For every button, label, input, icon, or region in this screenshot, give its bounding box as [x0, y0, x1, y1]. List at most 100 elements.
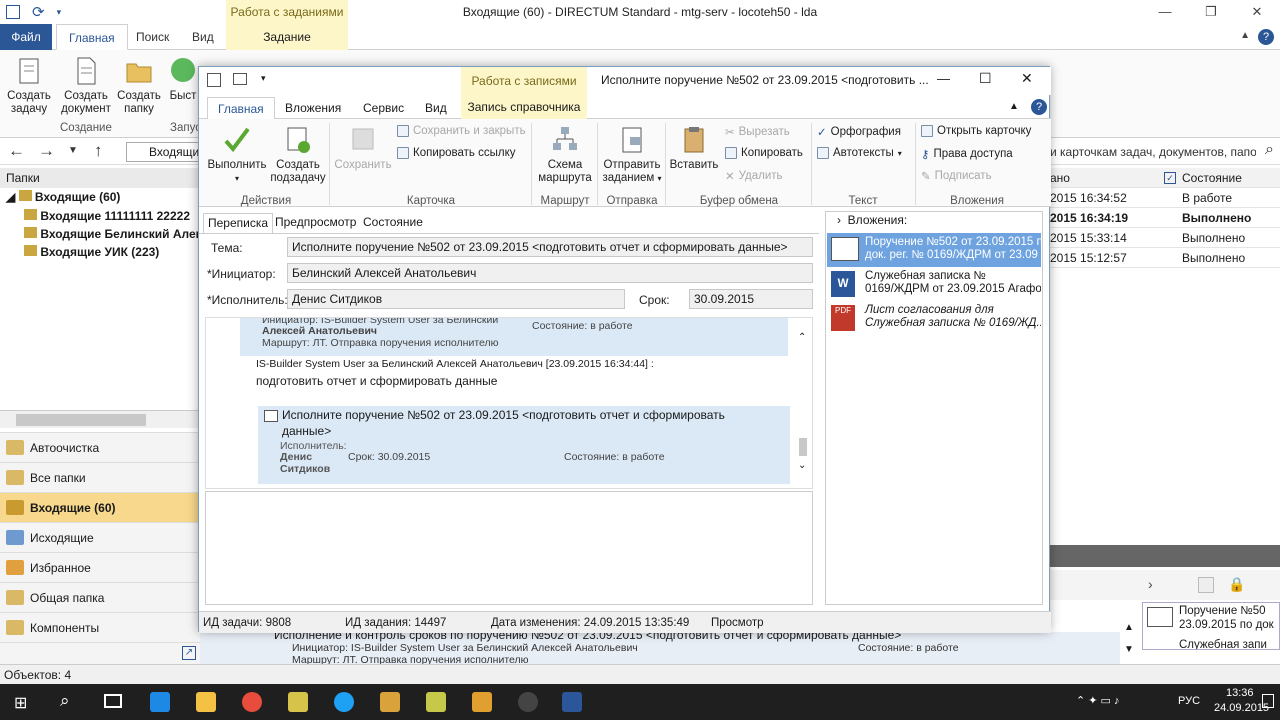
autotexts-button[interactable]: Автотексты ▾ [817, 147, 902, 159]
cut-button[interactable]: ✂ Вырезать [725, 125, 790, 139]
subject-field[interactable]: Исполните поручение №502 от 23.09.2015 <… [287, 237, 813, 257]
history-dropdown-icon[interactable]: ▼ [68, 145, 78, 156]
explorer-icon[interactable] [196, 692, 216, 712]
maximize-icon[interactable]: ☐ [979, 70, 992, 87]
execute-button[interactable]: Выполнить ▾ [205, 125, 269, 185]
save-button[interactable]: Сохранить [333, 125, 393, 172]
sign-button[interactable]: ✎ Подписать [921, 169, 992, 183]
chevron-down-icon[interactable]: ▼ [1124, 644, 1134, 655]
app-icon[interactable] [426, 692, 446, 712]
subtab-preview[interactable]: Предпросмотр [275, 215, 356, 229]
chrome-icon[interactable] [242, 692, 262, 712]
nav-outbox[interactable]: Исходящие [0, 522, 200, 552]
directum-icon[interactable] [472, 692, 492, 712]
tree-item-inbox[interactable]: ◢ Входящие (60) [6, 190, 120, 204]
back-icon[interactable]: ← [8, 141, 25, 161]
expand-icon[interactable]: ↗ [182, 646, 196, 660]
tree-item-inbox-belinsky[interactable]: Входящие Белинский Алек [24, 227, 202, 241]
copy-button[interactable]: Копировать [725, 147, 803, 159]
initiator-field[interactable]: Белинский Алексей Анатольевич [287, 263, 813, 283]
quick-launch-button[interactable]: Быст [168, 56, 198, 103]
tab-search[interactable]: Поиск [124, 24, 181, 50]
start-icon[interactable]: ⊞ [14, 693, 27, 713]
task-view-icon[interactable] [104, 694, 122, 708]
card-icon[interactable] [233, 73, 247, 85]
tree-item-inbox-1[interactable]: Входящие 11111111 22222 [24, 209, 190, 223]
dropdown-icon[interactable]: ▾ [261, 73, 266, 84]
col-date-header[interactable]: ано [1050, 168, 1070, 188]
forward-icon[interactable]: → [38, 141, 55, 161]
notifications-icon[interactable] [1262, 694, 1274, 708]
executor-field[interactable]: Денис Ситдиков [287, 289, 625, 309]
attachments-header[interactable]: › Вложения: [837, 213, 907, 227]
collapse-ribbon-icon[interactable]: ▲ [1009, 101, 1019, 112]
attachment-item[interactable]: W Служебная записка № 0169/ЖДРМ от 23.09… [827, 267, 1041, 301]
tray-icons[interactable]: ⌃ ✦ ▭ ♪ [1076, 694, 1120, 707]
attachment-item[interactable]: Поручение №502 от 23.09.2015 п док. рег.… [827, 233, 1041, 267]
copy-link-button[interactable]: Копировать ссылку [397, 147, 516, 159]
subtab-correspondence[interactable]: Переписка [203, 213, 274, 233]
tab-attachments[interactable]: Вложения [285, 101, 341, 115]
address-bar[interactable]: Входящие (60) [126, 142, 200, 162]
search-icon[interactable]: ⌕ [60, 691, 70, 711]
word-icon[interactable] [562, 692, 582, 712]
chevron-up-icon[interactable]: ⌃ [798, 332, 806, 343]
skype-icon[interactable] [334, 692, 354, 712]
language-indicator[interactable]: РУС [1178, 695, 1200, 707]
preview-scroll[interactable]: ▲ ▼ [1120, 620, 1140, 664]
directum-icon[interactable] [380, 692, 400, 712]
chevron-right-icon[interactable]: › [1148, 576, 1153, 592]
tab-home[interactable]: Главная [56, 24, 128, 50]
route-scheme-button[interactable]: Схема маршрута [535, 125, 595, 185]
tab-view[interactable]: Вид [425, 101, 447, 115]
access-rights-button[interactable]: ⚷ Права доступа [921, 147, 1013, 161]
search-input[interactable]: и карточкам задач, документов, папок [1050, 142, 1256, 162]
create-task-button[interactable]: Создать задачу [4, 56, 54, 116]
app-icon[interactable] [288, 692, 308, 712]
spelling-button[interactable]: ✓ Орфография [817, 125, 901, 139]
minimize-icon[interactable]: — [1142, 4, 1188, 20]
search-icon[interactable]: ⌕ [1265, 141, 1274, 159]
correspondence-scrollbar[interactable]: ⌃ ⌄ [796, 326, 810, 486]
close-icon[interactable]: ✕ [1234, 4, 1280, 20]
splitter-bar[interactable] [1048, 545, 1280, 567]
nav-favorites[interactable]: Избранное [0, 552, 200, 582]
paste-button[interactable]: Вставить [669, 125, 719, 172]
chevron-down-icon[interactable]: ⌄ [798, 460, 806, 471]
tab-file[interactable]: Файл [0, 24, 52, 50]
tree-hscrollbar[interactable] [0, 410, 200, 428]
tab-service[interactable]: Сервис [363, 101, 404, 115]
minimize-icon[interactable]: — [937, 71, 950, 86]
subtab-state[interactable]: Состояние [363, 215, 423, 229]
scroll-thumb[interactable] [16, 414, 146, 426]
task-card[interactable]: Исполните поручение №502 от 23.09.2015 <… [258, 406, 790, 484]
table-row[interactable]: 2015 16:34:19 Выполнено [1048, 208, 1280, 228]
table-row[interactable]: 2015 15:33:14 Выполнено [1048, 228, 1280, 248]
chevron-up-icon[interactable]: ▲ [1124, 622, 1134, 633]
nav-components[interactable]: Компоненты [0, 612, 200, 642]
close-icon[interactable]: ✕ [1021, 70, 1033, 87]
scroll-thumb[interactable] [799, 438, 807, 456]
deadline-field[interactable]: 30.09.2015 [689, 289, 813, 309]
save-close-button[interactable]: Сохранить и закрыть [397, 125, 526, 137]
nav-autoclean[interactable]: Автоочистка [0, 432, 200, 462]
delete-button[interactable]: ✕ Удалить [725, 169, 783, 183]
lock-icon[interactable]: 🔒 [1228, 576, 1245, 593]
note-icon[interactable] [1198, 577, 1214, 593]
collapse-ribbon-icon[interactable]: ▲ [1240, 30, 1250, 41]
help-icon[interactable]: ? [1031, 99, 1047, 115]
clock-time[interactable]: 13:36 [1226, 687, 1254, 699]
dropdown-icon[interactable]: ▾ [57, 7, 62, 18]
restore-icon[interactable]: ❐ [1188, 4, 1234, 20]
edge-icon[interactable] [150, 692, 170, 712]
reply-input[interactable] [205, 491, 813, 605]
create-subtask-button[interactable]: Создать подзадачу [269, 125, 327, 185]
help-icon[interactable]: ? [1258, 29, 1274, 45]
attachment-item[interactable]: PDF Лист согласования для Служебная запи… [827, 301, 1041, 335]
col-state-header[interactable]: Состояние [1182, 168, 1242, 188]
filter-icon[interactable]: ✓ [1164, 172, 1176, 184]
tab-view[interactable]: Вид [180, 24, 226, 50]
app-icon[interactable] [6, 5, 20, 19]
send-task-button[interactable]: Отправить заданием ▾ [601, 125, 663, 185]
nav-all-folders[interactable]: Все папки [0, 462, 200, 492]
